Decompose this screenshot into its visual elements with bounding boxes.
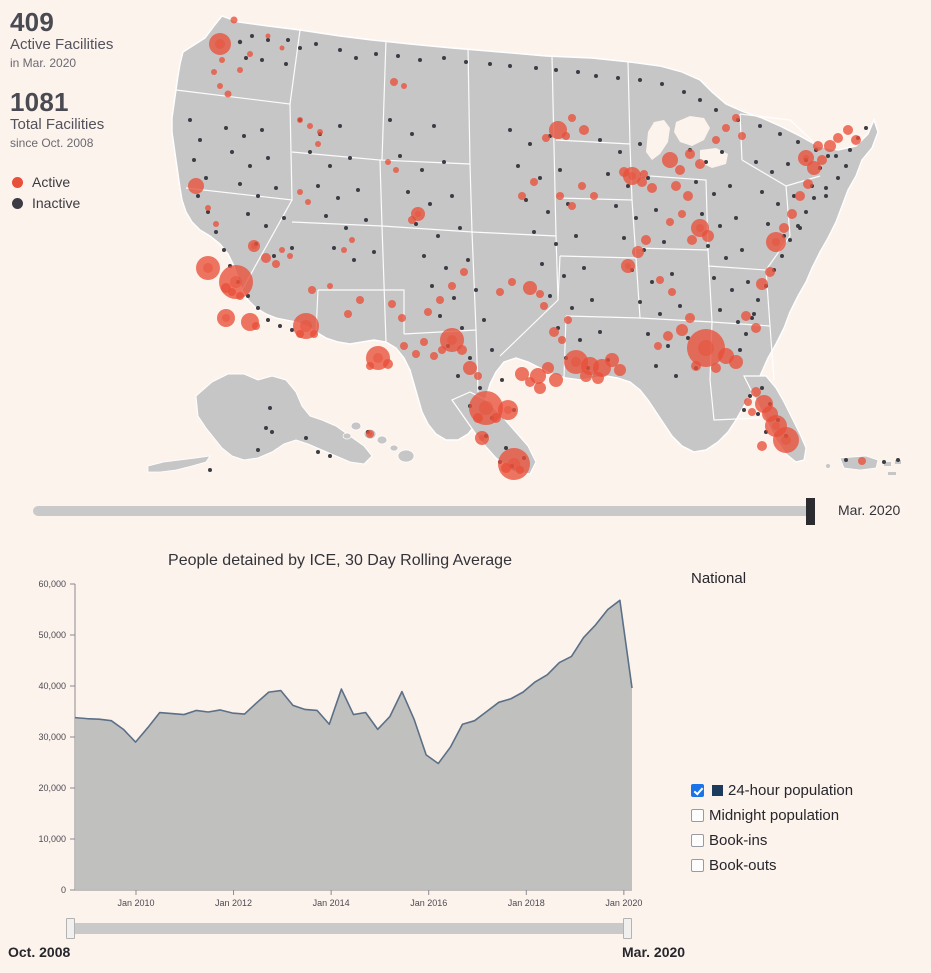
checkbox-row-24-hour-population[interactable]: 24-hour population	[691, 778, 931, 803]
range-end-label: Mar. 2020	[622, 944, 686, 960]
map-time-slider[interactable]: Mar. 2020	[0, 495, 931, 527]
y-axis-tick-label: 0	[61, 885, 66, 895]
checkbox-row-book-ins[interactable]: Book-ins	[691, 828, 931, 853]
chart-area-fill	[75, 600, 632, 890]
y-axis-tick-label: 20,000	[38, 783, 66, 793]
total-facilities-block: 1081 Total Facilities since Oct. 2008	[10, 88, 180, 150]
chart-range-slider[interactable]	[0, 918, 931, 940]
stats-panel: 409 Active Facilities in Mar. 2020 1081 …	[10, 8, 180, 214]
range-slider-labels: Oct. 2008 Mar. 2020	[0, 944, 931, 966]
range-slider-handle-end[interactable]	[623, 918, 632, 939]
active-dot-icon	[12, 176, 23, 188]
range-slider-handle-start[interactable]	[66, 918, 75, 939]
y-axis-tick-label: 10,000	[38, 834, 66, 844]
checkbox-label-book-ins: Book-ins	[709, 832, 768, 849]
y-axis-tick-label: 30,000	[38, 732, 66, 742]
total-facilities-label: Total Facilities	[10, 115, 105, 133]
legend-label-active: Active	[32, 174, 71, 191]
active-facilities-period: in Mar. 2020	[10, 55, 77, 70]
checkbox-midnight-population[interactable]	[691, 809, 704, 822]
x-axis-tick-label: Jan 2010	[117, 898, 154, 908]
active-facilities-count: 409	[10, 7, 54, 37]
legend-label-inactive: Inactive	[32, 195, 81, 212]
checkbox-row-book-outs[interactable]: Book-outs	[691, 853, 931, 878]
range-start-label: Oct. 2008	[8, 944, 71, 960]
x-axis-tick-label: Jan 2016	[410, 898, 447, 908]
legend-item-active: Active	[10, 172, 180, 193]
x-axis-tick-label: Jan 2020	[605, 898, 642, 908]
chart-plot[interactable]: 0 10,000 20,000 30,000 40,000 50,000 60,000 Jan…	[0, 572, 680, 912]
total-facilities-count: 1081	[10, 86, 69, 117]
map-slider-track[interactable]	[33, 506, 812, 516]
total-facilities-period: since Oct. 2008	[10, 135, 94, 150]
checkbox-label-24-hour-population: 24-hour population	[728, 782, 854, 799]
checkbox-book-outs[interactable]	[691, 859, 704, 872]
y-axis-tick-label: 50,000	[38, 630, 66, 640]
series-checkbox-list[interactable]: 24-hour population Midnight population B…	[691, 778, 931, 878]
checkbox-row-midnight-population[interactable]: Midnight population	[691, 803, 931, 828]
x-axis-tick-label: Jan 2012	[215, 898, 252, 908]
series-swatch-24-hour-population	[712, 785, 723, 796]
active-facilities-block: 409 Active Facilities in Mar. 2020	[10, 8, 180, 70]
x-axis-tick-label: Jan 2014	[313, 898, 350, 908]
y-axis-tick-label: 60,000	[38, 579, 66, 589]
map-slider-handle[interactable]	[806, 498, 815, 525]
chart-scope-panel: National	[691, 570, 931, 587]
y-axis-tick-label: 40,000	[38, 681, 66, 691]
legend-item-inactive: Inactive	[10, 193, 180, 214]
chart-title: People detained by ICE, 30 Day Rolling A…	[168, 552, 512, 569]
checkbox-24-hour-population[interactable]	[691, 784, 704, 797]
map-legend: Active Inactive	[10, 172, 180, 214]
active-facilities-label: Active Facilities	[10, 36, 114, 54]
map-landmass	[147, 15, 901, 475]
inactive-dot-icon	[12, 197, 23, 209]
scope-label: National	[691, 570, 747, 587]
map-slider-label: Mar. 2020	[838, 502, 901, 518]
x-axis-tick-label: Jan 2018	[508, 898, 545, 908]
checkbox-label-midnight-population: Midnight population	[709, 807, 840, 824]
checkbox-book-ins[interactable]	[691, 834, 704, 847]
range-slider-track[interactable]	[70, 923, 628, 934]
checkbox-label-book-outs: Book-outs	[709, 857, 777, 874]
